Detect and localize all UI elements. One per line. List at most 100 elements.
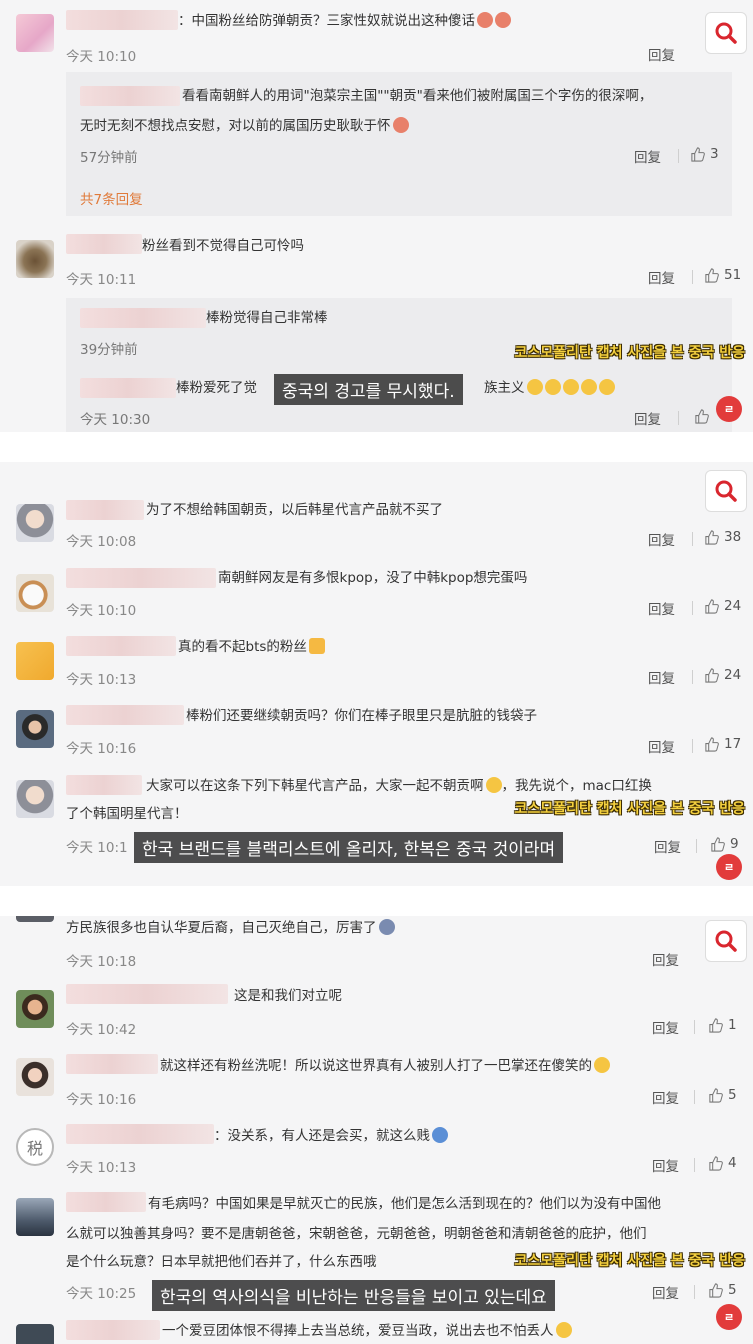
emoji-icon xyxy=(495,12,511,28)
comment-time: 今天 10:1 xyxy=(66,840,128,856)
divider xyxy=(678,149,679,163)
thumbs-up-icon[interactable] xyxy=(694,409,709,424)
reply-button[interactable]: 回复 xyxy=(648,44,675,64)
emoji-icon xyxy=(544,379,561,395)
divider xyxy=(694,1158,695,1172)
comment-text-line2: 了个韩国明星代言！ xyxy=(66,806,188,822)
video-subtitle: 한국의 역사의식을 비난하는 반응들을 보이고 있는데요 xyxy=(152,1280,555,1311)
avatar[interactable]: 税 xyxy=(16,1128,54,1166)
reply-button[interactable]: 回复 xyxy=(648,267,675,287)
like-button[interactable]: 1 xyxy=(708,1017,737,1033)
like-button[interactable]: 5 xyxy=(708,1282,737,1298)
reply-button[interactable]: 回复 xyxy=(652,1087,679,1107)
avatar[interactable] xyxy=(16,14,54,52)
username-blurred xyxy=(66,636,176,656)
avatar-glyph: 税 xyxy=(26,1139,43,1158)
like-button[interactable]: 17 xyxy=(704,736,741,752)
username-blurred xyxy=(80,378,176,398)
thumbs-down-emoji-icon xyxy=(308,638,325,654)
reply-thread: 棒粉觉得自己非常棒 39分钟前 棒粉爱死了觉 族主义 今天 10:30 回复 xyxy=(66,298,732,432)
avatar[interactable] xyxy=(16,642,54,680)
emoji-icon xyxy=(580,379,597,395)
username-blurred xyxy=(66,1192,146,1212)
reply-text-line2: 无时无刻不想找点安慰，对以前的属国历史耿耿于怀 xyxy=(80,116,409,136)
reply-button[interactable]: 回复 xyxy=(652,1017,679,1037)
like-count: 24 xyxy=(724,667,742,683)
username-blurred xyxy=(66,1054,158,1074)
username-blurred xyxy=(80,86,180,106)
reply-button[interactable]: 回复 xyxy=(654,836,681,856)
username-blurred xyxy=(66,500,144,520)
more-replies-link[interactable]: 共7条回复 xyxy=(80,188,143,208)
emoji-icon xyxy=(598,379,615,395)
avatar[interactable] xyxy=(16,1198,54,1236)
comment-time: 今天 10:10 xyxy=(66,49,137,65)
comment-time: 今天 10:25 xyxy=(66,1286,137,1302)
divider xyxy=(694,1285,695,1299)
reply-time: 57分钟前 xyxy=(80,150,138,166)
reply-time: 39分钟前 xyxy=(80,342,138,358)
like-count: 17 xyxy=(724,736,742,752)
avatar[interactable] xyxy=(16,574,54,612)
like-button[interactable]: 51 xyxy=(704,267,741,283)
comment-text: 一个爱豆团体恨不得捧上去当总统，爱豆当政，说出去也不怕丢人 xyxy=(162,1321,572,1341)
username-blurred xyxy=(66,568,216,588)
comment-text: 为了不想给韩国朝贡，以后韩星代言产品就不买了 xyxy=(146,502,443,518)
reply-text-tail: 族主义 xyxy=(484,378,615,398)
avatar[interactable] xyxy=(16,780,54,818)
comment-text-line2: 么就可以独善其身吗？要不是唐朝爸爸，宋朝爸爸，元朝爸爸，明朝爸爸和清朝爸爸的庇护… xyxy=(66,1226,647,1242)
reply-button[interactable]: 回复 xyxy=(648,736,675,756)
reply-button[interactable]: 回复 xyxy=(648,529,675,549)
reply-button[interactable]: 回复 xyxy=(652,1282,679,1302)
avatar[interactable] xyxy=(16,1058,54,1096)
search-button[interactable] xyxy=(705,920,747,962)
username-blurred xyxy=(66,705,184,725)
emoji-icon xyxy=(555,1322,572,1338)
thumbs-up-icon xyxy=(691,146,705,162)
like-button[interactable]: 5 xyxy=(708,1087,737,1103)
like-button[interactable]: 9 xyxy=(710,836,739,852)
like-count: 9 xyxy=(730,836,739,852)
avatar[interactable] xyxy=(16,916,54,922)
source-caption: 코스모폴리탄 캡처 사진을 본 중국 반응 xyxy=(514,345,745,361)
comment-text: 大家可以在这条下列下韩星代言产品，大家一起不朝贡啊 ，我先说个，mac口红换 xyxy=(146,777,652,794)
reply-button[interactable]: 回复 xyxy=(648,598,675,618)
reply-button[interactable]: 回复 xyxy=(634,146,661,166)
comment-text: 南朝鲜网友是有多恨kpop，没了中韩kpop想完蛋吗 xyxy=(218,570,528,586)
emoji-icon xyxy=(392,117,409,133)
avatar[interactable] xyxy=(16,1324,54,1344)
video-subtitle: 한국 브랜드를 블랙리스트에 올리자, 한복은 중국 것이라며 xyxy=(134,832,564,863)
reply-text: 棒粉觉得自己非常棒 xyxy=(206,310,328,326)
like-button[interactable]: 24 xyxy=(704,598,741,614)
divider xyxy=(692,739,693,753)
comment-text: 方民族很多也自认华夏后裔，自己灭绝自己，厉害了 xyxy=(66,918,395,938)
like-button[interactable]: 38 xyxy=(704,529,741,545)
comment-text: 棒粉们还要继续朝贡吗？你们在棒子眼里只是肮脏的钱袋子 xyxy=(186,708,537,724)
search-button[interactable] xyxy=(705,470,747,512)
comment-text: ：中国粉丝给防弹朝贡？三家性奴就说出这种傻话 xyxy=(178,11,511,31)
reply-button[interactable]: 回复 xyxy=(652,1155,679,1175)
avatar[interactable] xyxy=(16,990,54,1028)
avatar[interactable] xyxy=(16,710,54,748)
comment-time: 今天 10:16 xyxy=(66,1092,137,1108)
comment-text: 有毛病吗？中国如果是早就灭亡的民族，他们是怎么活到现在的？他们以为没有中国他 xyxy=(148,1196,661,1212)
thumbs-up-icon xyxy=(705,267,719,283)
like-count: 4 xyxy=(728,1155,737,1171)
comment-text: 这是和我们对立呢 xyxy=(234,988,342,1004)
reply-text: 棒粉爱死了觉 xyxy=(176,380,257,396)
reply-button[interactable]: 回复 xyxy=(652,949,679,969)
avatar[interactable] xyxy=(16,240,54,278)
emoji-icon xyxy=(477,12,493,28)
like-button[interactable]: 3 xyxy=(690,146,719,162)
divider xyxy=(678,411,679,425)
divider xyxy=(692,601,693,615)
like-button[interactable]: 4 xyxy=(708,1155,737,1171)
screenshot-panel-1: ：中国粉丝给防弹朝贡？三家性奴就说出这种傻话 今天 10:10 回复 看看南朝鲜… xyxy=(0,0,753,432)
reply-button[interactable]: 回复 xyxy=(634,408,661,428)
reply-button[interactable]: 回复 xyxy=(648,667,675,687)
avatar[interactable] xyxy=(16,504,54,542)
channel-badge-icon: ㄹ xyxy=(716,1304,742,1330)
like-button[interactable]: 24 xyxy=(704,667,741,683)
search-button[interactable] xyxy=(705,12,747,54)
thumbs-up-icon xyxy=(709,1087,723,1103)
